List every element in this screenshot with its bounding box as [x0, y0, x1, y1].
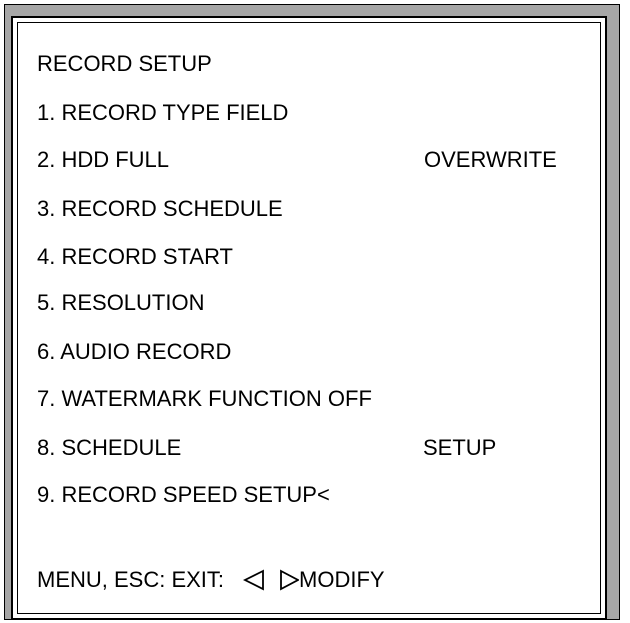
menu-item-resolution[interactable]: 5. RESOLUTION [37, 290, 204, 316]
menu-item-hdd-full[interactable]: 2. HDD FULL [37, 147, 169, 173]
exit-hint-text: MENU, ESC: EXIT: [37, 567, 225, 592]
menu-item-record-type-field[interactable]: 1. RECORD TYPE FIELD [37, 100, 288, 126]
menu-item-audio-record[interactable]: 6. AUDIO RECORD [37, 339, 231, 365]
modify-hint-text: MODIFY [299, 567, 385, 592]
menu-item-record-start[interactable]: 4. RECORD START [37, 244, 233, 270]
triangle-right-icon [279, 569, 300, 591]
menu-item-watermark-function[interactable]: 7. WATERMARK FUNCTION OFF [37, 386, 372, 412]
menu-item-schedule[interactable]: 8. SCHEDULE [37, 435, 181, 461]
hdd-full-value[interactable]: OVERWRITE [424, 147, 557, 173]
menu-item-record-schedule[interactable]: 3. RECORD SCHEDULE [37, 196, 283, 222]
menu-item-record-speed-setup[interactable]: 9. RECORD SPEED SETUP< [37, 482, 330, 508]
triangle-left-icon [243, 569, 265, 591]
menu-footer-hint: MENU, ESC: EXIT: MODIFY [37, 567, 385, 593]
schedule-value[interactable]: SETUP [423, 435, 496, 461]
menu-title: RECORD SETUP [37, 51, 212, 76]
